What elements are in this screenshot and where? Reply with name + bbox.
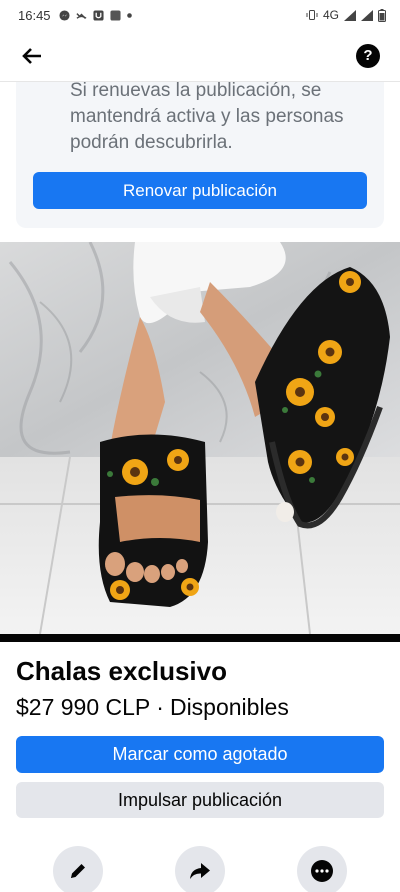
share-icon (190, 863, 210, 879)
battery-icon (378, 8, 386, 22)
price-separator: · (156, 694, 164, 720)
network-type: 4G (322, 8, 339, 22)
app-bar: ? (0, 30, 400, 82)
status-bar: 16:45 4G (0, 0, 400, 30)
messenger-icon (59, 9, 70, 21)
boost-listing-button[interactable]: Impulsar publicación (16, 782, 384, 818)
more-options-button[interactable] (297, 846, 347, 892)
renew-message: Si renuevas la publicación, se mantendrá… (70, 80, 344, 153)
more-icon (311, 860, 333, 882)
photo-divider (0, 634, 400, 642)
listing-price: $27 990 CLP (16, 694, 151, 720)
signal-icon (344, 9, 356, 21)
pencil-icon (71, 864, 85, 878)
listing-actions (0, 846, 400, 892)
availability-status: Disponibles (169, 694, 289, 720)
missed-call-icon (75, 12, 87, 19)
help-icon: ? (356, 43, 380, 68)
arrow-left-icon (22, 47, 41, 64)
status-time: 16:45 (18, 7, 51, 23)
price-line: $27 990 CLP · Disponibles (16, 694, 289, 721)
notification-icons (59, 9, 132, 21)
renew-card: Si renuevas la publicación, se mantendrá… (16, 80, 384, 228)
vibrate-icon (306, 10, 318, 20)
flower-sandals-photo (0, 242, 400, 634)
signal-icon (361, 9, 373, 21)
listing-title: Chalas exclusivo (16, 656, 227, 686)
dot-icon (126, 12, 132, 18)
u-app-icon (93, 9, 104, 21)
renew-button[interactable]: Renovar publicación (33, 172, 367, 209)
share-button[interactable] (175, 846, 225, 892)
help-button[interactable]: ? (352, 40, 384, 72)
edit-button[interactable] (53, 846, 103, 892)
mark-sold-button[interactable]: Marcar como agotado (16, 736, 384, 773)
system-icons: 4G (306, 8, 386, 22)
back-button[interactable] (16, 40, 48, 72)
square-app-icon (110, 9, 121, 21)
listing-photo[interactable] (0, 242, 400, 634)
